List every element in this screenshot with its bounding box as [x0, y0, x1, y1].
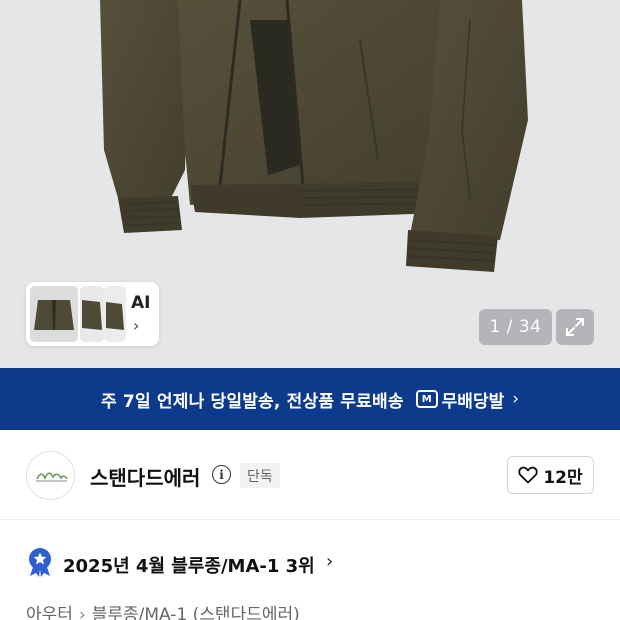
category-breadcrumb: 아우터 › 블루종/MA-1 (스탠다드에러): [26, 600, 300, 620]
product-image-gallery[interactable]: AI › 1 / 34: [0, 0, 620, 368]
thumbnail-strip[interactable]: [26, 282, 159, 346]
thumbnail-2[interactable]: [80, 286, 104, 342]
banner-text: 주 7일 언제나 당일발송, 전상품 무료배송: [100, 391, 404, 412]
ranking-text[interactable]: 2025년 4월 블루종/MA-1 3위: [63, 552, 315, 578]
jacket-thumbnail-icon: [82, 300, 102, 330]
chevron-right-icon[interactable]: ›: [133, 316, 139, 335]
delivery-truck-icon: M: [415, 390, 438, 408]
thumbnail-3[interactable]: [104, 286, 126, 342]
chevron-right-icon[interactable]: ›: [326, 551, 333, 572]
banner-logo-text: 무배당발: [441, 391, 505, 412]
like-button[interactable]: 12만: [507, 456, 594, 494]
info-icon[interactable]: i: [212, 465, 231, 484]
same-day-delivery-logo: M 무배당발: [415, 387, 505, 412]
ai-styling-label[interactable]: AI: [131, 293, 150, 313]
brand-logo-image: [35, 472, 68, 482]
breadcrumb-item-blouson[interactable]: 블루종/MA-1 (스탠다드에러): [92, 605, 300, 620]
jacket-thumbnail-icon: [34, 300, 74, 330]
thumbnail-1[interactable]: [30, 286, 78, 342]
chevron-right-icon: ›: [512, 389, 520, 409]
heart-icon: [518, 466, 539, 484]
chevron-right-icon: ›: [78, 605, 86, 620]
expand-button[interactable]: [556, 309, 594, 345]
brand-name[interactable]: 스탠다드에러: [90, 462, 200, 491]
like-count: 12만: [543, 467, 583, 488]
jacket-thumbnail-icon: [106, 302, 124, 330]
breadcrumb-item-outer[interactable]: 아우터: [26, 605, 73, 620]
free-shipping-banner[interactable]: 주 7일 언제나 당일발송, 전상품 무료배송 M 무배당발 ›: [0, 368, 620, 430]
expand-icon: [566, 318, 584, 336]
exclusive-badge: 단독: [240, 463, 280, 488]
image-counter: 1 / 34: [479, 309, 552, 345]
ranking-medal-icon: [29, 548, 51, 577]
brand-logo[interactable]: [26, 451, 75, 500]
